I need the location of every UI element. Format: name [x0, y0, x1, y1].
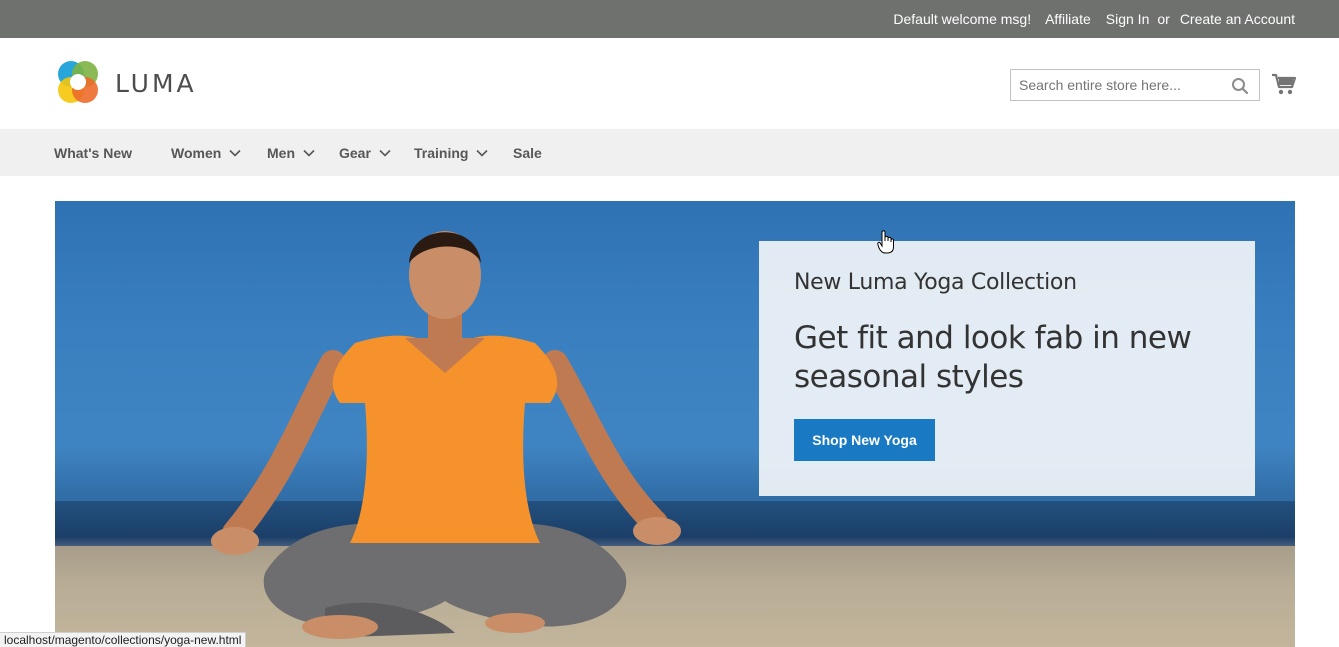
nav-item-sale[interactable]: Sale [513, 129, 542, 176]
sign-in-link[interactable]: Sign In [1106, 11, 1150, 27]
luma-logo-icon [58, 61, 98, 103]
cart-icon[interactable] [1271, 72, 1297, 96]
logo-text: LUMA [115, 68, 197, 98]
search-icon[interactable] [1231, 77, 1249, 95]
chevron-down-icon [476, 149, 489, 157]
nav-item-training[interactable]: Training [414, 129, 489, 176]
nav-item-gear[interactable]: Gear [339, 129, 391, 176]
nav-item-label: What's New [54, 144, 133, 161]
shop-new-yoga-button[interactable]: Shop New Yoga [794, 419, 935, 461]
search-box [1010, 69, 1260, 101]
affiliate-link[interactable]: Affiliate [1045, 11, 1091, 27]
nav-item-label: Sale [513, 144, 542, 161]
yoga-woman-image [211, 231, 681, 639]
create-account-link[interactable]: Create an Account [1180, 11, 1295, 27]
panel-header: Default welcome msg! Affiliate Sign In o… [0, 0, 1339, 38]
chevron-down-icon [229, 149, 241, 157]
chevron-down-icon [379, 149, 391, 157]
nav-item-men[interactable]: Men [267, 129, 315, 176]
nav-item-whats-new[interactable]: What's New [54, 129, 132, 176]
nav-item-label: Men [267, 144, 295, 161]
nav-item-label: Women [171, 144, 222, 161]
hand-cursor-icon [877, 230, 894, 254]
header-content: LUMA [0, 38, 1339, 129]
header-links: Default welcome msg! Affiliate Sign In o… [893, 0, 1295, 38]
promo-title: Get fit and look fab in new seasonal sty… [794, 320, 1192, 395]
or-separator: or [1157, 11, 1170, 27]
status-bar-url: localhost/magento/collections/yoga-new.h… [0, 632, 247, 647]
logo[interactable]: LUMA [55, 60, 197, 106]
nav-item-label: Gear [339, 144, 371, 161]
welcome-message: Default welcome msg! [893, 11, 1032, 27]
main-navigation: What's New Women Men Gear Training Sale [0, 129, 1339, 176]
search-input[interactable] [1011, 70, 1226, 100]
hero-banner[interactable]: New Luma Yoga Collection Get fit and loo… [55, 201, 1295, 647]
nav-item-women[interactable]: Women [171, 129, 241, 176]
promo-box: New Luma Yoga Collection Get fit and loo… [759, 241, 1255, 496]
nav-item-label: Training [414, 144, 469, 161]
chevron-down-icon [303, 149, 315, 157]
promo-subtitle: New Luma Yoga Collection [794, 270, 1077, 295]
